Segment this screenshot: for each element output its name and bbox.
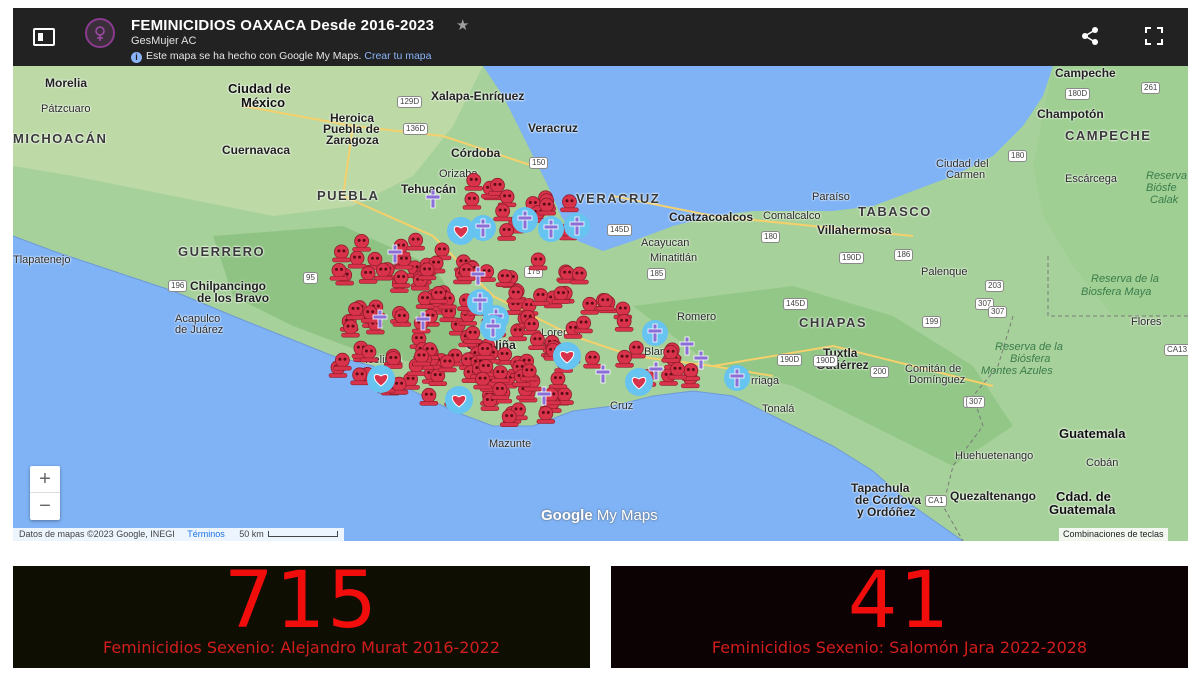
cross-marker-icon[interactable] xyxy=(724,365,750,391)
skull-marker-icon[interactable] xyxy=(329,262,349,281)
screenshot: FEMINICIDIOS OAXACA Desde 2016-2023 ★ Ge… xyxy=(0,0,1200,675)
watermark-brand: Google xyxy=(541,507,593,524)
scale-bar xyxy=(267,531,338,537)
skull-marker-icon[interactable] xyxy=(462,191,482,210)
star-icon[interactable]: ★ xyxy=(456,16,469,34)
heart-marker-icon[interactable] xyxy=(625,368,653,396)
map-title: FEMINICIDIOS OAXACA Desde 2016-2023 xyxy=(131,17,435,34)
cross-marker-icon[interactable] xyxy=(679,336,695,356)
counter-murat-caption: Feminicidios Sexenio: Alejandro Murat 20… xyxy=(102,638,500,657)
zoom-controls: + − xyxy=(30,466,60,520)
terms-link[interactable]: Términos xyxy=(187,529,225,539)
skull-marker-icon[interactable] xyxy=(464,172,484,191)
zoom-in-button[interactable]: + xyxy=(30,466,60,493)
skull-marker-icon[interactable] xyxy=(580,296,600,315)
share-icon[interactable] xyxy=(1079,25,1101,47)
counter-jara-value: 41 xyxy=(847,556,952,646)
scale-label: 50 km xyxy=(239,529,264,539)
cross-marker-icon[interactable] xyxy=(480,315,506,341)
keyboard-shortcuts-link[interactable]: Combinaciones de teclas xyxy=(1059,528,1168,541)
sidebar-toggle-icon[interactable] xyxy=(33,28,55,46)
skull-marker-icon[interactable] xyxy=(574,315,593,334)
skull-marker-icon[interactable] xyxy=(391,270,411,288)
skull-marker-icon[interactable] xyxy=(548,371,568,389)
counter-jara: 41 Feminicidios Sexenio: Salomón Jara 20… xyxy=(611,560,1188,668)
cross-marker-icon[interactable] xyxy=(425,189,441,209)
heart-marker-icon[interactable] xyxy=(367,365,395,393)
skull-marker-icon[interactable] xyxy=(333,352,352,371)
info-icon: i xyxy=(131,52,142,63)
zoom-out-button[interactable]: − xyxy=(30,493,60,520)
skull-marker-icon[interactable] xyxy=(528,332,547,350)
cross-marker-icon[interactable] xyxy=(642,320,668,346)
watermark-product: My Maps xyxy=(596,507,658,524)
heart-marker-icon[interactable] xyxy=(553,342,581,370)
cross-marker-icon[interactable] xyxy=(512,207,538,233)
cross-marker-icon[interactable] xyxy=(564,213,590,239)
map-attribution: Datos de mapas ©2023 Google, INEGI Térmi… xyxy=(13,528,344,541)
skull-marker-icon[interactable] xyxy=(463,325,483,344)
skull-marker-icon[interactable] xyxy=(560,194,579,213)
gesmujer-logo xyxy=(85,18,115,48)
skull-marker-icon[interactable] xyxy=(347,250,367,269)
skull-marker-icon[interactable] xyxy=(491,365,510,383)
skull-marker-icon[interactable] xyxy=(332,244,351,263)
skull-marker-icon[interactable] xyxy=(352,233,371,252)
map-canvas[interactable]: Campeche Morelia Pátzcuaro Ciudad de Méx… xyxy=(13,66,1188,541)
skull-marker-icon[interactable] xyxy=(531,288,550,306)
create-map-link[interactable]: Crear tu mapa xyxy=(364,50,431,62)
map-header: FEMINICIDIOS OAXACA Desde 2016-2023 ★ Ge… xyxy=(13,8,1188,66)
counter-jara-caption: Feminicidios Sexenio: Salomón Jara 2022-… xyxy=(711,638,1088,657)
skull-marker-icon[interactable] xyxy=(406,232,425,251)
heart-marker-icon[interactable] xyxy=(447,217,475,245)
attribution-text: Datos de mapas ©2023 Google, INEGI xyxy=(19,529,175,539)
skull-marker-icon[interactable] xyxy=(528,252,548,271)
counter-murat: 715 Feminicidios Sexenio: Alejandro Mura… xyxy=(13,560,590,668)
cross-marker-icon[interactable] xyxy=(538,216,564,242)
logo-emblem-icon xyxy=(95,26,105,41)
google-my-maps-watermark: Google My Maps xyxy=(541,507,658,524)
heart-marker-icon[interactable] xyxy=(445,386,473,414)
skull-marker-icon[interactable] xyxy=(419,387,439,406)
fullscreen-icon[interactable] xyxy=(1143,25,1165,47)
skull-marker-icon[interactable] xyxy=(583,350,602,369)
info-line: i Este mapa se ha hecho con Google My Map… xyxy=(131,50,432,63)
feminicide-markers[interactable] xyxy=(13,66,1188,541)
info-text: Este mapa se ha hecho con Google My Maps… xyxy=(146,50,362,62)
counter-murat-value: 715 xyxy=(224,556,379,646)
map-owner: GesMujer AC xyxy=(131,35,197,47)
